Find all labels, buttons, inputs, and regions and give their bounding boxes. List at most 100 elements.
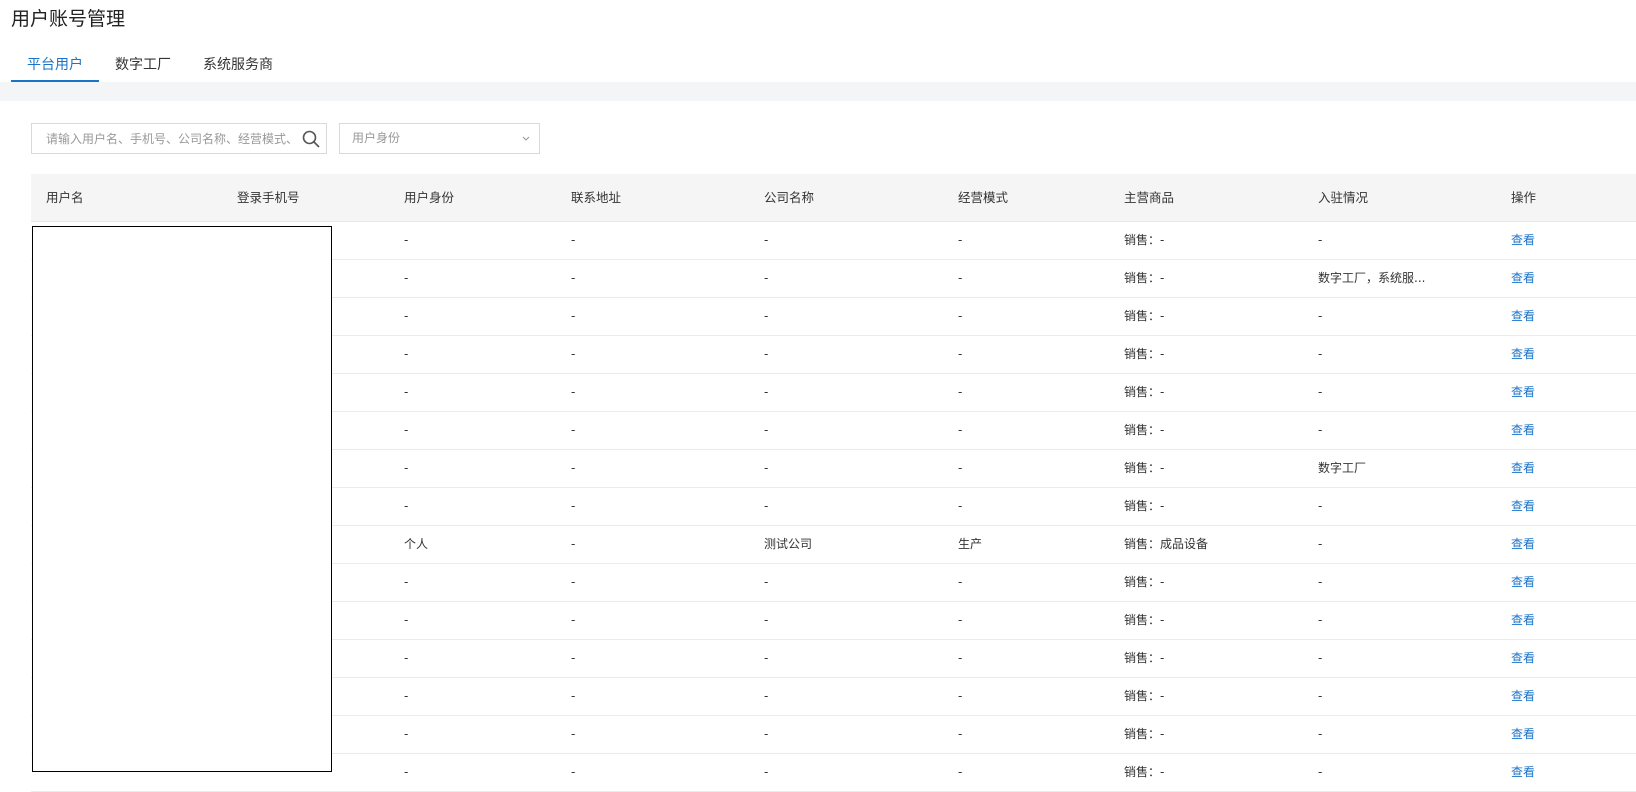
cell-company: - (764, 347, 769, 361)
col-action: 操作 (1511, 190, 1537, 205)
cell-address: - (571, 499, 576, 513)
cell-address: - (571, 385, 576, 399)
cell-address: - (571, 575, 576, 589)
cell-mode: - (958, 271, 963, 285)
view-link[interactable]: 查看 (1511, 450, 1535, 487)
cell-goods: 销售：- (1124, 689, 1165, 703)
view-link[interactable]: 查看 (1511, 374, 1535, 411)
col-goods: 主营商品 (1124, 190, 1175, 205)
cell-identity: - (404, 613, 409, 627)
col-settled: 入驻情况 (1318, 190, 1369, 205)
view-link[interactable]: 查看 (1511, 260, 1535, 297)
view-link[interactable]: 查看 (1511, 488, 1535, 525)
cell-company: - (764, 271, 769, 285)
view-link[interactable]: 查看 (1511, 640, 1535, 677)
cell-mode: - (958, 423, 963, 437)
cell-identity: - (404, 727, 409, 741)
tab-system-provider[interactable]: 系统服务商 (187, 50, 289, 80)
cell-mode: - (958, 575, 963, 589)
cell-goods: 销售：- (1124, 423, 1165, 437)
cell-address: - (571, 423, 576, 437)
cell-identity: - (404, 461, 409, 475)
page-title: 用户账号管理 (11, 8, 126, 30)
cell-settled: - (1318, 423, 1323, 437)
cell-company: - (764, 575, 769, 589)
col-phone: 登录手机号 (237, 190, 300, 205)
col-address: 联系地址 (571, 190, 622, 205)
view-link[interactable]: 查看 (1511, 716, 1535, 753)
search-input[interactable] (44, 130, 298, 147)
cell-address: - (571, 233, 576, 247)
view-link[interactable]: 查看 (1511, 602, 1535, 639)
cell-identity: - (404, 575, 409, 589)
cell-goods: 销售：成品设备 (1124, 537, 1209, 551)
cell-identity: - (404, 385, 409, 399)
cell-settled: - (1318, 727, 1323, 741)
cell-identity: - (404, 765, 409, 779)
cell-identity: - (404, 347, 409, 361)
cell-company: - (764, 461, 769, 475)
cell-goods: 销售：- (1124, 499, 1165, 513)
cell-settled: - (1318, 499, 1323, 513)
cell-mode: - (958, 689, 963, 703)
cell-company: 测试公司 (764, 537, 813, 551)
view-link[interactable]: 查看 (1511, 298, 1535, 335)
cell-mode: - (958, 461, 963, 475)
cell-goods: 销售：- (1124, 613, 1165, 627)
cell-mode: - (958, 233, 963, 247)
cell-identity: - (404, 271, 409, 285)
view-link[interactable]: 查看 (1511, 754, 1535, 791)
cell-settled: - (1318, 347, 1323, 361)
view-link[interactable]: 查看 (1511, 336, 1535, 373)
cell-address: - (571, 727, 576, 741)
cell-settled: 数字工厂，系统服... (1318, 271, 1426, 285)
cell-goods: 销售：- (1124, 385, 1165, 399)
cell-company: - (764, 613, 769, 627)
section-divider (0, 82, 1636, 101)
cell-address: - (571, 651, 576, 665)
cell-goods: 销售：- (1124, 651, 1165, 665)
cell-company: - (764, 385, 769, 399)
cell-settled: - (1318, 309, 1323, 323)
cell-settled: - (1318, 765, 1323, 779)
cell-address: - (571, 537, 576, 551)
col-identity: 用户身份 (404, 190, 455, 205)
cell-identity: - (404, 423, 409, 437)
cell-goods: 销售：- (1124, 347, 1165, 361)
cell-settled: - (1318, 537, 1323, 551)
cell-settled: 数字工厂 (1318, 461, 1367, 475)
cell-mode: - (958, 309, 963, 323)
tab-platform-users[interactable]: 平台用户 (11, 50, 99, 82)
cell-company: - (764, 499, 769, 513)
view-link[interactable]: 查看 (1511, 564, 1535, 601)
tab-bar: 平台用户 数字工厂 系统服务商 (11, 50, 289, 82)
cell-goods: 销售：- (1124, 727, 1165, 741)
cell-company: - (764, 765, 769, 779)
cell-settled: - (1318, 651, 1323, 665)
cell-identity: - (404, 233, 409, 247)
cell-identity: - (404, 309, 409, 323)
cell-company: - (764, 233, 769, 247)
cell-mode: - (958, 499, 963, 513)
cell-goods: 销售：- (1124, 309, 1165, 323)
cell-company: - (764, 689, 769, 703)
cell-goods: 销售：- (1124, 575, 1165, 589)
identity-select[interactable]: 用户身份 (339, 123, 540, 154)
chevron-down-icon (522, 136, 530, 141)
view-link[interactable]: 查看 (1511, 412, 1535, 449)
cell-address: - (571, 461, 576, 475)
cell-settled: - (1318, 689, 1323, 703)
cell-mode: 生产 (958, 537, 983, 551)
search-icon[interactable] (302, 130, 320, 148)
cell-settled: - (1318, 613, 1323, 627)
view-link[interactable]: 查看 (1511, 222, 1535, 259)
cell-address: - (571, 689, 576, 703)
cell-goods: 销售：- (1124, 461, 1165, 475)
cell-goods: 销售：- (1124, 271, 1165, 285)
cell-company: - (764, 309, 769, 323)
view-link[interactable]: 查看 (1511, 678, 1535, 715)
cell-mode: - (958, 651, 963, 665)
view-link[interactable]: 查看 (1511, 526, 1535, 563)
cell-mode: - (958, 385, 963, 399)
tab-digital-factory[interactable]: 数字工厂 (99, 50, 187, 80)
